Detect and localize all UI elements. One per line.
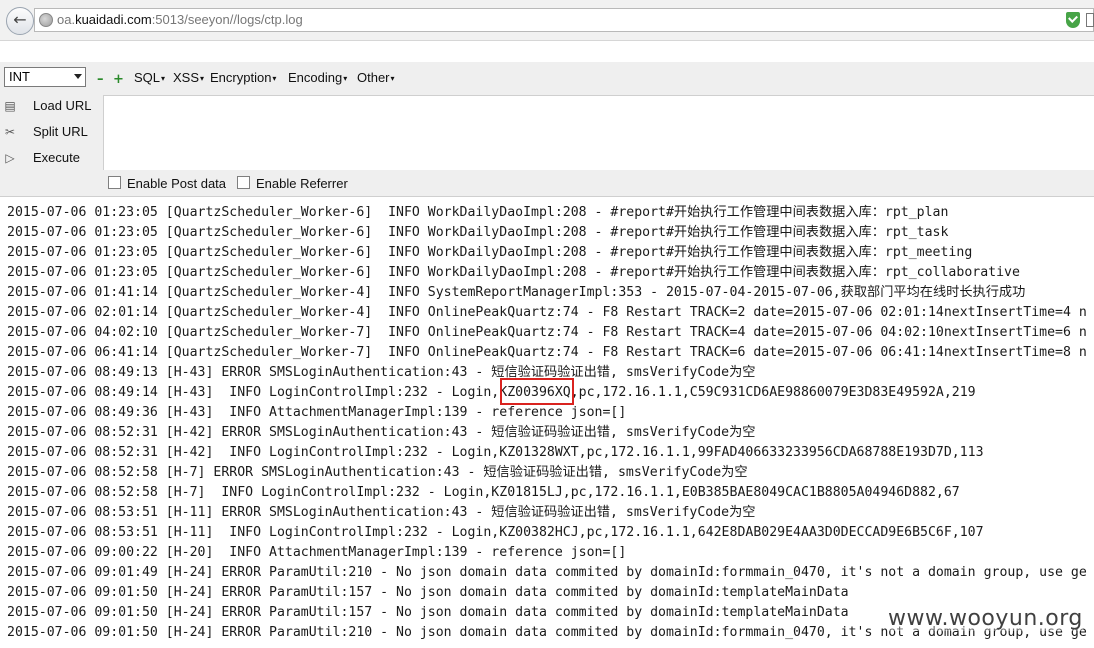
log-line: 2015-07-06 08:49:14 [H-43] INFO LoginCon… [7,385,976,400]
log-line: 2015-07-06 01:23:05 [QuartzScheduler_Wor… [7,265,1020,280]
scissors-icon: ✂ [4,125,16,139]
url-textarea[interactable] [103,95,1094,170]
load-url-button[interactable]: ▤ Load URL [0,96,100,118]
highlight-box [500,378,574,405]
log-line: 2015-07-06 04:02:10 [QuartzScheduler_Wor… [7,325,1087,340]
split-url-button[interactable]: ✂ Split URL [0,122,100,144]
minus-icon[interactable]: – [97,73,104,86]
globe-icon [39,13,53,27]
shield-icon[interactable] [1066,12,1080,28]
log-line: 2015-07-06 01:23:05 [QuartzScheduler_Wor… [7,205,949,220]
log-line: 2015-07-06 02:01:14 [QuartzScheduler_Wor… [7,305,1087,320]
type-select[interactable]: INT [4,67,86,87]
watermark: www.wooyun.org [888,606,1083,631]
checkbox-box [108,176,121,189]
log-line: 2015-07-06 08:52:58 [H-7] ERROR SMSLogin… [7,465,748,480]
log-line: 2015-07-06 08:49:36 [H-43] INFO Attachme… [7,405,627,420]
hackbar-panel: INT – + SQL▾ XSS▾ Encryption▾ Encoding▾ … [0,62,1094,197]
checkbox-box [237,176,250,189]
menu-xss[interactable]: XSS▾ [173,70,204,85]
chevron-down-icon [74,74,82,79]
menu-other[interactable]: Other▾ [357,70,395,85]
log-line: 2015-07-06 08:52:58 [H-7] INFO LoginCont… [7,485,960,500]
enable-referrer-checkbox[interactable]: Enable Referrer [237,176,348,191]
log-line: 2015-07-06 09:00:22 [H-20] INFO Attachme… [7,545,627,560]
log-line: 2015-07-06 01:23:05 [QuartzScheduler_Wor… [7,225,949,240]
plus-icon[interactable]: + [113,73,124,86]
address-bar[interactable]: oa.kuaidadi.com:5013/seeyon//logs/ctp.lo… [34,8,1094,32]
url-text[interactable]: oa.kuaidadi.com:5013/seeyon//logs/ctp.lo… [57,12,303,27]
menu-encryption[interactable]: Encryption▾ [210,70,276,85]
log-line: 2015-07-06 09:01:49 [H-24] ERROR ParamUt… [7,565,1087,580]
log-line: 2015-07-06 01:41:14 [QuartzScheduler_Wor… [7,285,1026,300]
log-line: 2015-07-06 06:41:14 [QuartzScheduler_Wor… [7,345,1087,360]
log-line: 2015-07-06 08:52:31 [H-42] ERROR SMSLogi… [7,425,756,440]
page-menu-icon[interactable] [1086,13,1094,27]
log-line: 2015-07-06 08:53:51 [H-11] ERROR SMSLogi… [7,505,756,520]
log-line: 2015-07-06 01:23:05 [QuartzScheduler_Wor… [7,245,973,260]
log-content: 2015-07-06 01:23:05 [QuartzScheduler_Wor… [7,203,1094,648]
log-line: 2015-07-06 08:53:51 [H-11] INFO LoginCon… [7,525,984,540]
load-url-icon: ▤ [4,99,16,113]
log-line: 2015-07-06 09:01:50 [H-24] ERROR ParamUt… [7,605,849,620]
browser-navigation-bar: ← oa.kuaidadi.com:5013/seeyon//logs/ctp.… [0,0,1094,41]
log-line: 2015-07-06 08:49:13 [H-43] ERROR SMSLogi… [7,365,756,380]
log-line: 2015-07-06 08:52:31 [H-42] INFO LoginCon… [7,445,984,460]
enable-post-data-checkbox[interactable]: Enable Post data [108,176,226,191]
back-arrow-icon[interactable]: ← [6,7,34,35]
menu-encoding[interactable]: Encoding▾ [288,70,347,85]
play-icon: ▷ [5,151,15,165]
menu-sql[interactable]: SQL▾ [134,70,165,85]
execute-button[interactable]: ▷ Execute [0,148,100,170]
log-line: 2015-07-06 09:01:50 [H-24] ERROR ParamUt… [7,585,849,600]
